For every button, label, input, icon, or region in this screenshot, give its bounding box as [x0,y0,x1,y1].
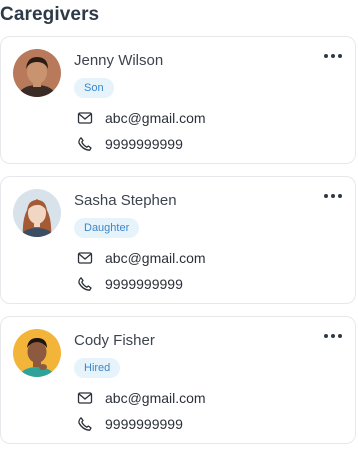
more-horizontal-icon[interactable] [323,51,343,61]
phone-text[interactable]: 9999999999 [105,416,183,432]
phone-row: 9999999999 [77,276,183,292]
email-row: abc@gmail.com [77,110,206,126]
caregiver-card[interactable]: Sasha Stephen Daughter abc@gmail.com 999… [0,176,356,304]
relation-badge: Daughter [74,218,140,238]
relation-badge: Hired [74,358,121,378]
email-text[interactable]: abc@gmail.com [105,250,206,266]
caregiver-name: Jenny Wilson [74,52,164,69]
phone-row: 9999999999 [77,136,183,152]
more-horizontal-icon[interactable] [323,331,343,341]
mail-icon [77,392,93,404]
phone-row: 9999999999 [77,416,183,432]
avatar [13,49,61,97]
phone-text[interactable]: 9999999999 [105,276,183,292]
email-text[interactable]: abc@gmail.com [105,110,206,126]
caregiver-card[interactable]: Cody Fisher Hired abc@gmail.com 99999999… [0,316,356,444]
phone-icon [78,417,92,431]
mail-icon [77,252,93,264]
avatar [13,189,61,237]
avatar [13,329,61,377]
caregiver-name: Cody Fisher [74,332,155,349]
phone-icon [78,277,92,291]
phone-icon [78,137,92,151]
relation-badge: Son [74,78,114,98]
email-row: abc@gmail.com [77,390,206,406]
more-horizontal-icon[interactable] [323,191,343,201]
page-title: Caregivers [0,4,100,25]
phone-text[interactable]: 9999999999 [105,136,183,152]
email-text[interactable]: abc@gmail.com [105,390,206,406]
caregiver-card[interactable]: Jenny Wilson Son abc@gmail.com 999999999… [0,36,356,164]
caregiver-name: Sasha Stephen [74,192,177,209]
mail-icon [77,112,93,124]
email-row: abc@gmail.com [77,250,206,266]
